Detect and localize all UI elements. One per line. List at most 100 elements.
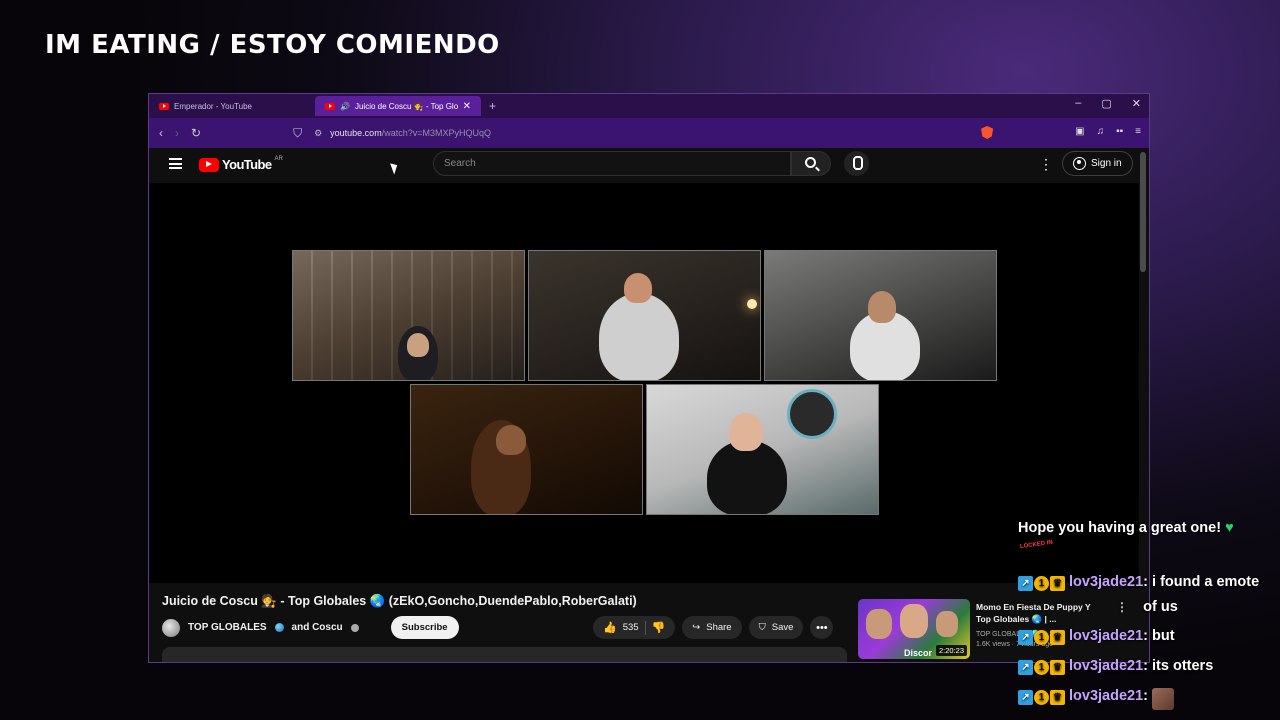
sub-badge-icon: 1	[1034, 690, 1049, 705]
sign-in-button[interactable]: Sign in	[1062, 151, 1133, 176]
youtube-header: YouTube AR Search ⋮ Sign in	[149, 148, 1149, 182]
speaker-icon: 🔊	[340, 101, 350, 111]
toolbar-right: ▣ ♫ ▪▪ ≡	[981, 126, 1141, 139]
video-actions: 👍 535 👎 ↪ Share ⛉ Save •••	[593, 616, 834, 639]
sub-badge-icon: 1	[1034, 630, 1049, 645]
user-icon	[1073, 157, 1086, 170]
sub-badge-icon: 1	[1034, 576, 1049, 591]
chat-text: : i found a emote of us	[1143, 574, 1260, 615]
search-button[interactable]	[791, 151, 831, 176]
tab-emperador[interactable]: Emperador - YouTube	[149, 96, 315, 116]
chat-message: ↗ 1 ♛ lov3jade21 : but	[1018, 628, 1175, 645]
crown-badge-icon: ♛	[1050, 690, 1065, 705]
browser-window: Emperador - YouTube 🔊 Juicio de Coscu 🧑‍…	[148, 93, 1150, 663]
tab-juicio-de-coscu[interactable]: 🔊 Juicio de Coscu 🧑‍⚖️ - Top Globales ✕	[315, 96, 481, 116]
settings-kebab-icon[interactable]: ⋮	[1039, 156, 1053, 173]
reload-icon[interactable]: ↻	[191, 126, 201, 140]
chat-message: ↗ 1 ♛ lov3jade21 : its otters	[1018, 658, 1213, 675]
chat-message: ↗ 1 ♛ lov3jade21 :	[1018, 688, 1175, 710]
share-icon: ↪	[692, 622, 701, 633]
address-bar: ‹ › ↻ ⛉ ⚙ youtube.com/watch?v=M3MXPyHQUq…	[149, 118, 1149, 148]
webcam-feed	[528, 250, 761, 381]
youtube-favicon-icon	[159, 102, 169, 110]
window-controls: – ▢ ✕	[1075, 97, 1141, 110]
arrow-badge-icon: ↗	[1018, 576, 1033, 591]
save-button[interactable]: ⛉ Save	[748, 616, 804, 639]
webcam-feed	[646, 384, 879, 515]
music-icon[interactable]: ♫	[1097, 126, 1105, 139]
search-input[interactable]: Search	[433, 151, 791, 176]
menu-icon[interactable]: ≡	[1135, 126, 1141, 139]
new-tab-button[interactable]: +	[489, 99, 496, 113]
youtube-favicon-icon	[325, 102, 335, 110]
chat-text: : but	[1143, 628, 1175, 644]
chat-message: Hope you having a great one! ♥	[1018, 520, 1234, 536]
url-path: /watch?v=M3MXPyHQUqQ	[381, 128, 491, 138]
search-icon	[805, 157, 816, 168]
channel-row: TOP GLOBALES and Coscu Subscribe	[162, 616, 459, 639]
recommended-thumbnail[interactable]: Discor 2:20:23	[858, 599, 970, 659]
chat-username: lov3jade21	[1069, 688, 1144, 704]
share-button[interactable]: ↪ Share	[682, 616, 742, 639]
crown-badge-icon: ♛	[1050, 576, 1065, 591]
youtube-play-icon	[199, 157, 219, 172]
site-info-icon[interactable]: ⚙	[314, 128, 322, 139]
hamburger-menu-icon[interactable]	[169, 158, 182, 169]
chat-kebab-icon[interactable]: ⋮	[1116, 600, 1128, 614]
channel-avatar[interactable]	[162, 618, 180, 637]
save-icon: ⛉	[758, 622, 766, 633]
subscribe-button[interactable]: Subscribe	[390, 616, 459, 639]
user-badges: ↗ 1 ♛	[1018, 690, 1065, 705]
save-label: Save	[771, 622, 794, 633]
wallet-icon[interactable]: ▣	[1075, 126, 1084, 139]
bookmark-icon[interactable]: ⛉	[293, 126, 302, 141]
share-label: Share	[706, 622, 732, 633]
arrow-badge-icon: ↗	[1018, 690, 1033, 705]
voice-search-button[interactable]	[844, 151, 869, 176]
page-scrollbar[interactable]	[1140, 152, 1146, 272]
close-tab-icon[interactable]: ✕	[463, 101, 471, 112]
chat-text: Hope you having a great one!	[1018, 520, 1222, 536]
vpn-icon[interactable]: ▪▪	[1116, 126, 1123, 139]
collab-name[interactable]: and Coscu	[292, 622, 343, 633]
webcam-feed	[410, 384, 643, 515]
thumbnail-text: Discor	[904, 648, 933, 658]
dislike-button[interactable]: 👎	[652, 621, 666, 634]
sign-in-label: Sign in	[1091, 158, 1122, 169]
crown-badge-icon: ♛	[1050, 660, 1065, 675]
verified-icon	[350, 623, 359, 632]
sub-badge-icon: 1	[1034, 660, 1049, 675]
crown-badge-icon: ♛	[1050, 630, 1065, 645]
user-badges: ↗ 1 ♛	[1018, 630, 1065, 645]
divider	[644, 620, 646, 635]
description-box[interactable]	[162, 647, 847, 662]
chat-text: : its otters	[1143, 658, 1214, 674]
arrow-badge-icon: ↗	[1018, 660, 1033, 675]
more-actions-button[interactable]: •••	[810, 616, 834, 639]
globe-icon	[274, 623, 284, 632]
chat-username: lov3jade21	[1069, 574, 1144, 590]
back-arrow-icon[interactable]: ‹	[159, 126, 163, 140]
channel-name[interactable]: TOP GLOBALES	[188, 622, 267, 633]
tab-label: Emperador - YouTube	[174, 101, 252, 111]
tab-label: Juicio de Coscu 🧑‍⚖️ - Top Globales	[354, 101, 458, 111]
maximize-button[interactable]: ▢	[1101, 97, 1111, 110]
chat-message: ↗ 1 ♛ lov3jade21 : i found a emote of us	[1018, 574, 1263, 620]
minimize-button[interactable]: –	[1075, 97, 1081, 110]
forward-arrow-icon[interactable]: ›	[175, 126, 179, 140]
video-player[interactable]	[149, 183, 1139, 583]
like-button[interactable]: 👍	[603, 621, 617, 634]
user-badges: ↗ 1 ♛	[1018, 660, 1065, 675]
url-host: youtube.com	[330, 128, 382, 138]
youtube-logo[interactable]: YouTube AR	[199, 156, 283, 172]
close-window-button[interactable]: ✕	[1132, 97, 1141, 110]
url-field[interactable]: youtube.com/watch?v=M3MXPyHQUqQ	[330, 128, 491, 138]
chat-text: :	[1143, 688, 1149, 704]
brave-shield-icon[interactable]	[981, 126, 994, 139]
green-heart-icon: ♥	[1225, 520, 1234, 536]
user-badges: ↗ 1 ♛	[1018, 576, 1065, 591]
arrow-badge-icon: ↗	[1018, 630, 1033, 645]
video-duration: 2:20:23	[935, 645, 967, 656]
webcam-feed	[764, 250, 997, 381]
otter-emote-icon	[1152, 688, 1175, 710]
